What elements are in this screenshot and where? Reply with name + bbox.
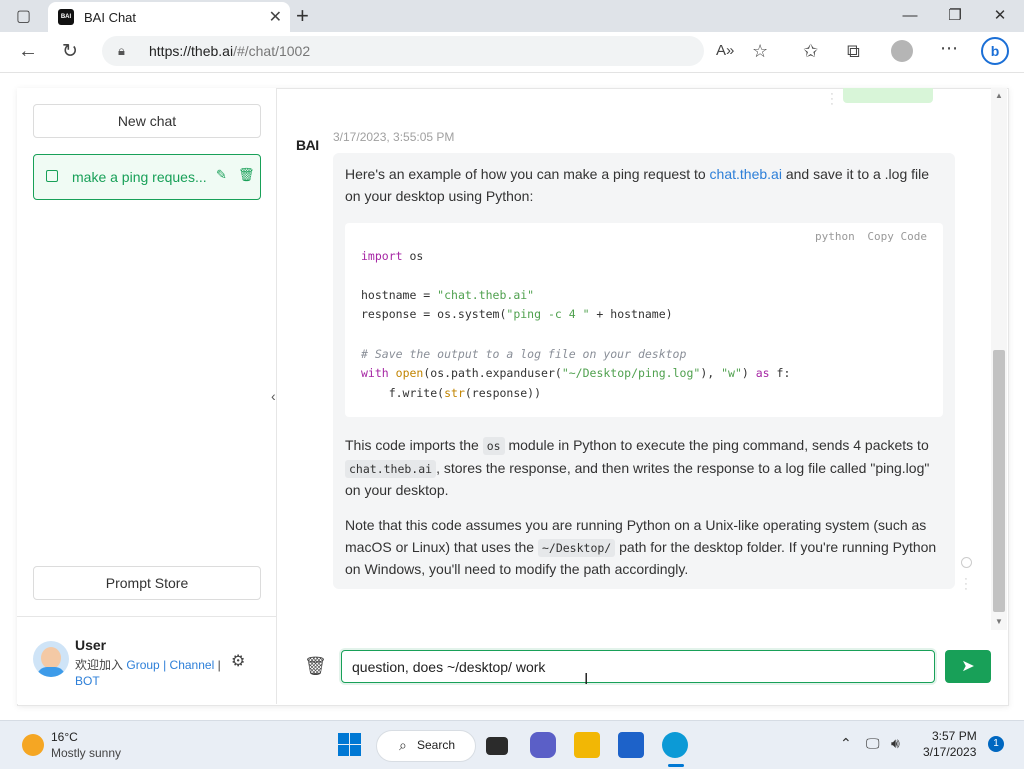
bot-link[interactable]: BOT xyxy=(75,674,100,688)
send-icon: ➤ xyxy=(961,658,975,675)
message-timestamp: 3/17/2023, 3:55:05 PM xyxy=(333,130,455,144)
community-links: 欢迎加入 Group | Channel | BOT xyxy=(75,658,221,688)
code-line: f.write(str(response)) xyxy=(361,386,542,400)
scroll-up-icon[interactable]: ▲ xyxy=(995,91,1003,100)
channel-link[interactable]: Channel xyxy=(170,658,215,672)
bing-chat-icon[interactable]: b xyxy=(981,37,1009,65)
profile-icon[interactable] xyxy=(891,40,913,62)
code-language: python xyxy=(815,230,855,243)
store-icon[interactable] xyxy=(618,732,644,758)
favicon-icon: BAI xyxy=(58,9,74,25)
clock-time[interactable]: 3:57 PM xyxy=(932,729,977,743)
edit-icon[interactable]: ✎ xyxy=(216,167,227,183)
delete-chat-icon[interactable]: 🗑︎ xyxy=(238,167,255,183)
clock-date[interactable]: 3/17/2023 xyxy=(923,745,976,759)
chat-app-icon[interactable] xyxy=(530,732,556,758)
more-options-icon[interactable]: ⋯ xyxy=(940,38,958,59)
search-icon: ⌕ xyxy=(399,737,407,753)
volume-icon[interactable]: 🔊︎ xyxy=(891,735,900,752)
collapse-sidebar-icon[interactable]: ‹ xyxy=(271,388,276,404)
address-bar[interactable]: 🔒︎ https://theb.ai/#/chat/1002 xyxy=(102,36,704,66)
assistant-message: Here's an example of how you can make a … xyxy=(333,153,955,589)
code-line: hostname = "chat.theb.ai" xyxy=(361,288,535,302)
bot-avatar-logo: BAI xyxy=(296,137,319,153)
refresh-icon[interactable]: ↻ xyxy=(62,40,78,63)
taskbar-search[interactable]: ⌕ Search xyxy=(376,730,476,762)
file-explorer-icon[interactable] xyxy=(574,732,600,758)
user-panel: User 欢迎加入 Group | Channel | BOT ⚙ xyxy=(17,616,276,705)
weather-temp[interactable]: 16°C xyxy=(51,730,78,744)
tab-title: BAI Chat xyxy=(84,10,137,25)
search-label: Search xyxy=(417,738,456,752)
new-chat-button[interactable]: New chat xyxy=(33,104,261,138)
sidebar: New chat make a ping reques... ✎ 🗑︎ Prom… xyxy=(17,88,277,704)
code-line: response = os.system("ping -c 4 " + host… xyxy=(361,307,673,321)
minimize-icon[interactable]: — xyxy=(890,4,930,28)
message-paragraph: This code imports the os module in Pytho… xyxy=(345,437,930,498)
favorites-icon[interactable]: ✩ xyxy=(803,41,818,62)
code-line: with open(os.path.expanduser("~/Desktop/… xyxy=(361,366,791,380)
code-block: python Copy Code import os hostname = "c… xyxy=(345,223,943,417)
code-line: import os xyxy=(361,249,424,263)
network-icon[interactable]: 🖵︎ xyxy=(866,735,880,752)
weather-desc[interactable]: Mostly sunny xyxy=(51,746,121,760)
code-toolbar: python Copy Code xyxy=(809,230,927,243)
lock-icon: 🔒︎ xyxy=(118,43,125,58)
scrollbar-thumb[interactable] xyxy=(993,350,1005,612)
weather-sun-icon[interactable] xyxy=(22,734,44,756)
chat-item-label: make a ping reques... xyxy=(72,169,207,185)
user-name: User xyxy=(75,637,107,653)
previous-user-message xyxy=(843,88,933,103)
settings-gear-icon[interactable]: ⚙ xyxy=(231,651,245,671)
active-app-indicator xyxy=(668,764,684,767)
chat-theb-link[interactable]: chat.theb.ai xyxy=(710,166,782,182)
back-icon[interactable]: ← xyxy=(18,40,38,63)
browser-tab[interactable]: BAI BAI Chat ✕ xyxy=(48,2,290,32)
code-line: # Save the output to a log file on your … xyxy=(361,347,687,361)
tab-actions-icon[interactable]: ▢ xyxy=(16,6,31,26)
avatar[interactable] xyxy=(33,641,69,677)
close-tab-icon[interactable]: ✕ xyxy=(269,7,282,27)
url-text: https://theb.ai/#/chat/1002 xyxy=(149,43,311,59)
group-link[interactable]: Group xyxy=(126,658,159,672)
add-favorite-icon[interactable]: ☆ xyxy=(752,41,768,62)
message-intro: Here's an example of how you can make a … xyxy=(345,166,930,204)
read-aloud-icon[interactable]: A» xyxy=(716,42,734,59)
collections-icon[interactable]: ⧉ xyxy=(847,41,860,62)
windows-start-icon[interactable] xyxy=(338,733,361,756)
maximize-icon[interactable]: ❐ xyxy=(935,4,975,28)
message-status-icon xyxy=(961,557,972,568)
message-input[interactable] xyxy=(341,650,935,683)
task-view-icon[interactable] xyxy=(486,737,508,755)
close-window-icon[interactable]: ✕ xyxy=(980,4,1020,28)
notification-badge[interactable]: 1 xyxy=(988,736,1004,752)
copy-code-button[interactable]: Copy Code xyxy=(867,230,927,243)
clear-chat-icon[interactable]: 🗑︎ xyxy=(304,656,327,677)
prompt-store-button[interactable]: Prompt Store xyxy=(33,566,261,600)
show-hidden-icons[interactable]: ⌃ xyxy=(840,735,852,752)
edge-browser-icon[interactable] xyxy=(662,732,688,758)
send-button[interactable]: ➤ xyxy=(945,650,991,683)
chat-bubble-icon xyxy=(46,170,58,182)
message-menu-icon[interactable]: · · · xyxy=(829,89,835,110)
sidebar-chat-item[interactable]: make a ping reques... ✎ 🗑︎ xyxy=(33,154,261,200)
scroll-down-icon[interactable]: ▼ xyxy=(995,617,1003,626)
message-menu-icon[interactable]: · · · xyxy=(963,574,969,595)
text-cursor-icon: I xyxy=(584,671,589,688)
new-tab-icon[interactable]: + xyxy=(296,3,309,29)
message-paragraph: Note that this code assumes you are runn… xyxy=(345,517,937,577)
